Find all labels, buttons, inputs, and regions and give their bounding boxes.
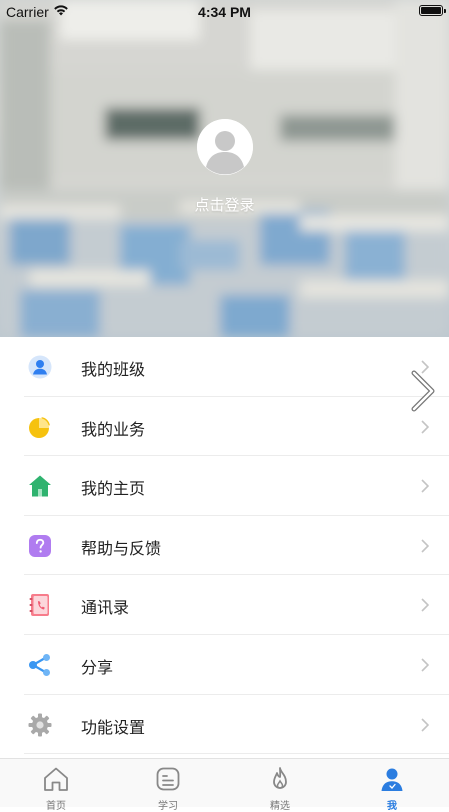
chevron-right-icon	[421, 479, 429, 493]
address-book-icon	[29, 594, 49, 617]
gear-icon	[28, 713, 52, 737]
chevron-right-icon	[421, 658, 429, 672]
menu-item-contacts[interactable]: 通讯录	[0, 575, 449, 635]
avatar[interactable]	[197, 119, 253, 175]
status-bar: Carrier 4:34 PM	[0, 0, 449, 24]
menu-item-my-homepage[interactable]: 我的主页	[0, 456, 449, 516]
chevron-right-icon	[421, 420, 429, 434]
tab-me[interactable]: 我	[336, 759, 448, 812]
flame-icon	[273, 767, 287, 789]
forward-chevron-icon[interactable]	[408, 370, 438, 412]
menu-item-label: 分享	[81, 657, 114, 677]
tab-bar: 首页 学习 精选 我	[0, 758, 449, 812]
tab-study[interactable]: 学习	[112, 759, 224, 812]
menu-item-settings[interactable]: 功能设置	[0, 695, 449, 755]
tab-featured[interactable]: 精选	[224, 759, 336, 812]
user-circle-icon	[28, 355, 52, 379]
menu-item-label: 我的业务	[81, 419, 146, 439]
login-prompt[interactable]: 点击登录	[0, 194, 449, 215]
study-icon	[156, 767, 180, 791]
tab-label: 学习	[158, 801, 178, 812]
tab-label: 我	[387, 801, 397, 812]
default-avatar-icon	[197, 119, 253, 175]
menu-item-label: 我的主页	[81, 479, 146, 499]
tab-home[interactable]: 首页	[0, 759, 112, 812]
chevron-right-icon	[421, 539, 429, 553]
menu-list: 我的班级 我的业务 我的主页 帮助与反馈 通讯录 分享 功能设置	[0, 337, 449, 755]
menu-item-my-class[interactable]: 我的班级	[0, 337, 449, 397]
pie-chart-icon	[29, 415, 52, 438]
menu-item-label: 帮助与反馈	[81, 538, 162, 558]
tab-label: 精选	[270, 801, 290, 812]
person-icon	[381, 768, 403, 791]
menu-item-label: 我的班级	[81, 360, 146, 379]
help-question-icon	[29, 534, 51, 557]
chevron-right-icon	[421, 598, 429, 612]
chevron-right-icon	[421, 717, 429, 732]
menu-item-share[interactable]: 分享	[0, 635, 449, 695]
menu-item-help-feedback[interactable]: 帮助与反馈	[0, 516, 449, 576]
share-icon	[29, 653, 50, 676]
profile-header: Carrier 4:34 PM 点击登录	[0, 0, 449, 337]
battery-icon	[419, 5, 446, 16]
tab-label: 首页	[46, 801, 66, 812]
home-outline-icon	[44, 767, 68, 791]
menu-item-my-business[interactable]: 我的业务	[0, 397, 449, 457]
clock-time: 4:34 PM	[198, 4, 251, 20]
menu-item-label: 通讯录	[81, 598, 130, 618]
home-icon	[29, 475, 51, 497]
menu-item-label: 功能设置	[81, 717, 146, 737]
